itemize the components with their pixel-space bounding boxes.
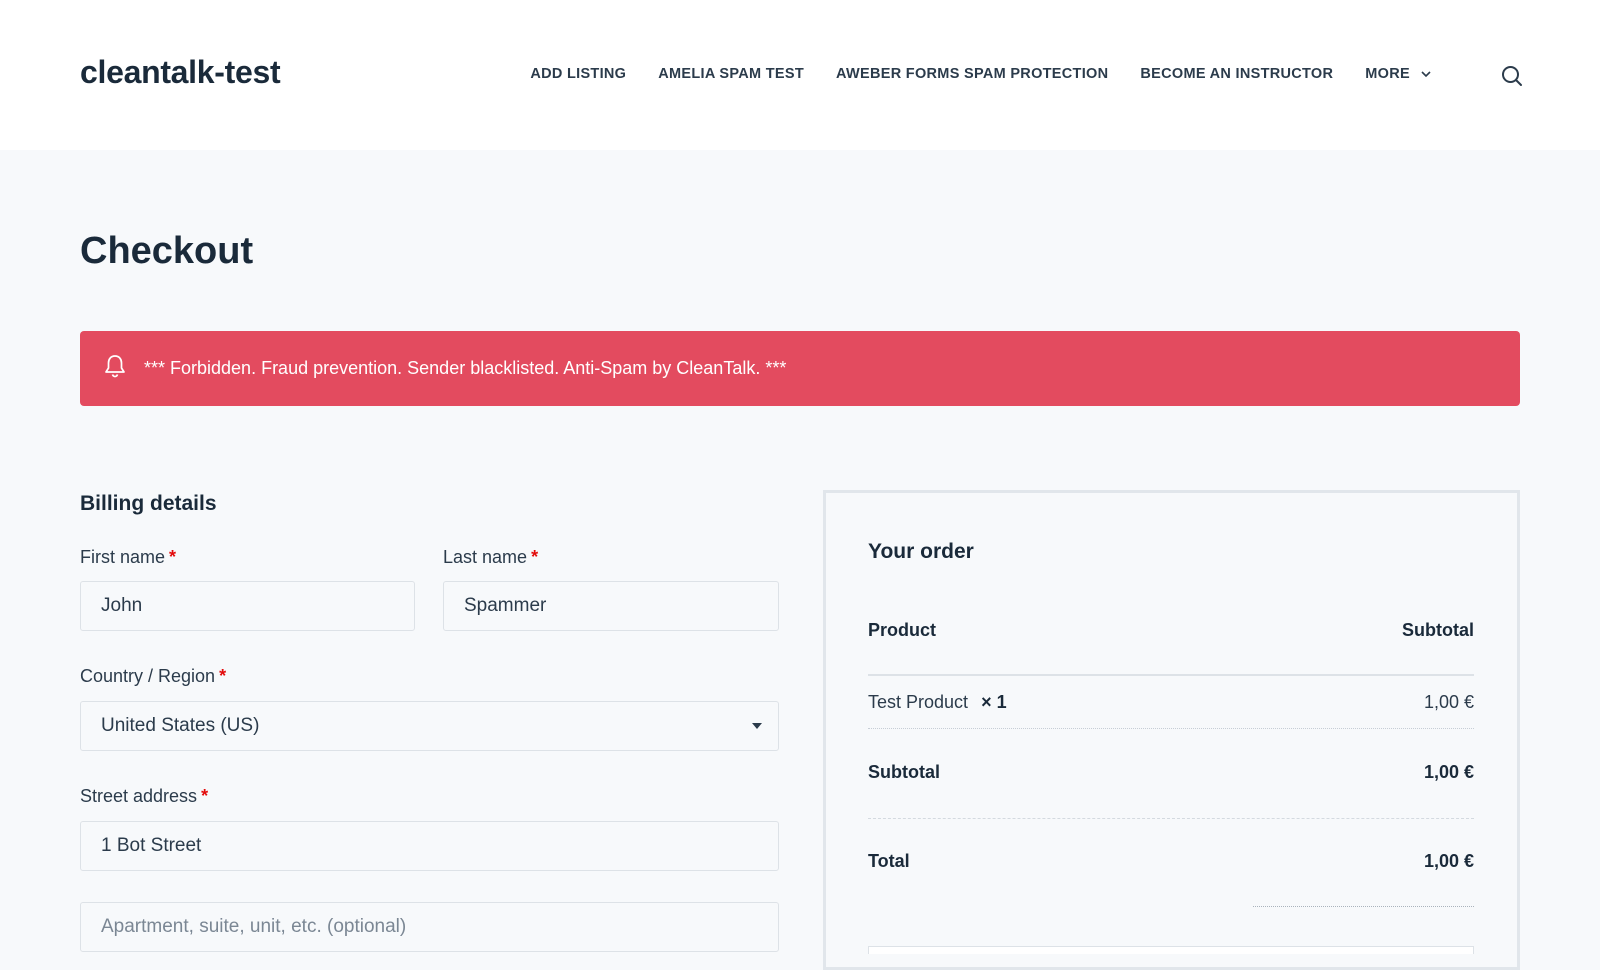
divider [1253,906,1474,907]
country-label: Country / Region * [80,666,226,687]
notice-text: *** Forbidden. Fraud prevention. Sender … [144,358,787,378]
nav-item-become-instructor[interactable]: BECOME AN INSTRUCTOR [1140,66,1333,82]
divider [868,674,1474,676]
nav-item-aweber-forms[interactable]: AWEBER FORMS SPAM PROTECTION [836,66,1108,82]
error-notice: *** Forbidden. Fraud prevention. Sender … [80,331,1520,406]
last-name-label-text: Last name [443,547,528,567]
page-title: Checkout [80,230,254,272]
main-nav: ADD LISTING AMELIA SPAM TEST AWEBER FORM… [530,66,1432,82]
site-title[interactable]: cleantalk-test [80,54,281,91]
last-name-label: Last name * [443,547,538,568]
total-label: Total [868,851,910,871]
total-value: 1,00 € [1423,851,1474,871]
subtotal-label: Subtotal [868,762,940,782]
required-mark: * [219,666,227,686]
nav-more-label: MORE [1365,66,1410,82]
street-address-field[interactable] [80,821,779,871]
nav-item-more[interactable]: MORE [1365,66,1432,82]
required-mark: * [169,547,177,567]
chevron-down-icon [1420,66,1432,82]
first-name-label-text: First name [80,547,166,567]
first-name-label: First name * [80,547,176,568]
street-address-line2-field[interactable] [80,902,779,952]
street-address-label-text: Street address [80,786,198,806]
divider [868,818,1474,819]
payment-box-edge [868,946,1474,954]
caret-down-icon [752,723,762,729]
site-header: cleantalk-test ADD LISTING AMELIA SPAM T… [0,0,1600,150]
required-mark: * [201,786,209,806]
search-icon[interactable] [1498,62,1526,90]
country-label-text: Country / Region [80,666,216,686]
subtotal-row: Subtotal 1,00 € [868,762,1474,783]
required-mark: * [531,547,539,567]
item-price: 1,00 € [1423,692,1474,712]
divider [868,728,1474,729]
street-address-label: Street address * [80,786,208,807]
total-row: Total 1,00 € [868,851,1474,872]
country-select[interactable]: United States (US) [80,701,779,751]
order-item-row: Test Product × 1 1,00 € [868,692,1474,713]
col-subtotal: Subtotal [1402,620,1474,640]
billing-title: Billing details [80,492,217,515]
bell-icon [104,354,126,383]
item-qty: × 1 [981,692,1007,712]
last-name-field[interactable] [443,581,779,631]
col-product: Product [868,620,937,640]
country-select-value: United States (US) [101,715,260,736]
item-name: Test Product [868,692,969,712]
first-name-field[interactable] [80,581,415,631]
nav-item-add-listing[interactable]: ADD LISTING [530,66,626,82]
nav-item-amelia-spam-test[interactable]: AMELIA SPAM TEST [658,66,804,82]
subtotal-value: 1,00 € [1423,762,1474,782]
order-table-header: Product Subtotal [868,620,1474,641]
order-item: Test Product × 1 [868,692,1007,713]
order-title: Your order [868,540,974,563]
